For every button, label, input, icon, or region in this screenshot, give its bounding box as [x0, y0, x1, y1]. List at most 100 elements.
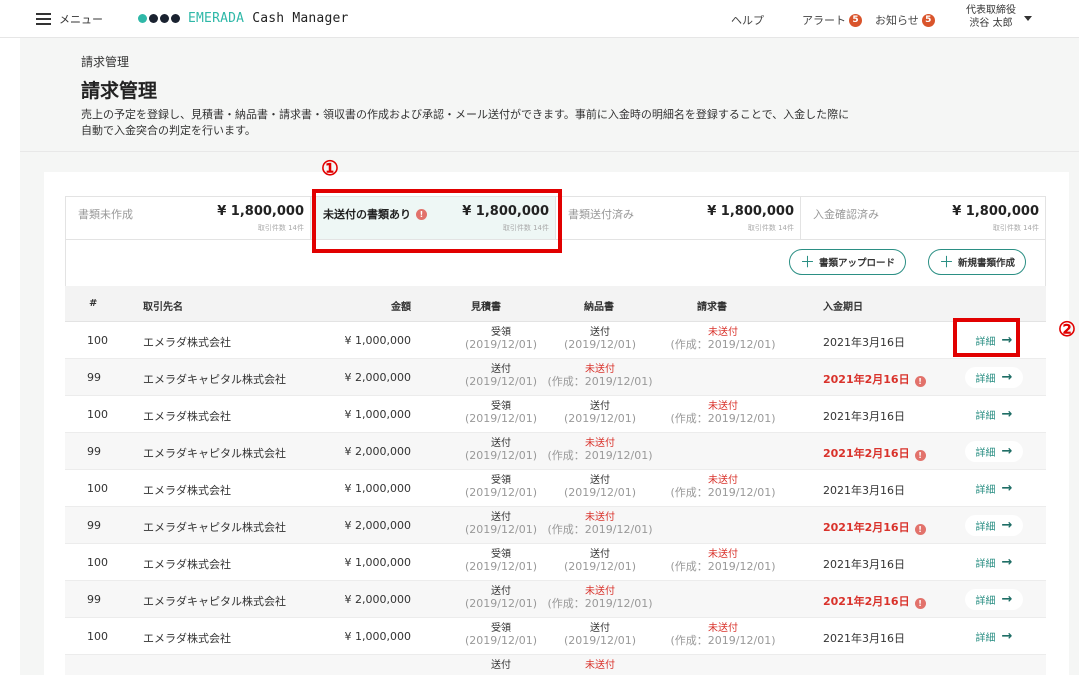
- document-status: 未送付: [535, 660, 665, 672]
- menu-button[interactable]: メニュー: [36, 11, 103, 27]
- status-card-label: 入金確認済み: [813, 208, 879, 221]
- document-status: 送付 (2019/12/01): [535, 327, 665, 351]
- row-amount: ¥ 1,000,000: [344, 630, 411, 643]
- detail-button[interactable]: 詳細 →: [965, 404, 1023, 425]
- top-bar: メニュー EMERADA Cash Manager ヘルプ アラート 5 お知ら…: [0, 0, 1079, 38]
- annotation-marker-1: ①: [321, 156, 339, 180]
- client-name: エメラダキャピタル株式会社: [143, 373, 286, 386]
- table-row[interactable]: 100 エメラダ株式会社 ¥ 1,000,000 受領 (2019/12/01) 送付 (2…: [65, 322, 1046, 359]
- status-card-sent[interactable]: 書類送付済み ¥ 1,800,000 取引件数 14件: [556, 197, 801, 239]
- detail-button[interactable]: 詳細 →: [965, 626, 1023, 647]
- detail-button[interactable]: 詳細 →: [965, 478, 1023, 499]
- document-status: 送付 (2019/12/01): [535, 549, 665, 573]
- warning-icon: !: [914, 450, 926, 461]
- row-amount: ¥ 1,000,000: [344, 482, 411, 495]
- client-name: エメラダ株式会社: [143, 558, 231, 571]
- table-row[interactable]: 99 エメラダキャピタル株式会社 ¥ 2,000,000 送付 (2019/12/01)…: [65, 433, 1046, 470]
- upload-document-button[interactable]: ＋ 書類アップロード: [789, 249, 907, 275]
- page-description: 売上の予定を登録し、見積書・納品書・請求書・領収書の作成および承認・メール送付が…: [81, 108, 850, 137]
- chevron-down-icon[interactable]: [1024, 16, 1032, 21]
- status-card-amount: ¥ 1,800,000: [707, 204, 794, 219]
- column-header-delivery[interactable]: 納品書: [584, 298, 614, 313]
- alert-count-badge: 5: [849, 13, 862, 27]
- client-name: エメラダ株式会社: [143, 410, 231, 423]
- plus-icon: ＋: [800, 252, 816, 271]
- toolbar: ＋ 書類アップロード ＋ 新規書類作成: [65, 240, 1046, 286]
- table-row[interactable]: 100 エメラダ株式会社 ¥ 1,000,000 受領 (2019/12/01) 送付 (2…: [65, 470, 1046, 507]
- table-row[interactable]: 100 エメラダ株式会社 ¥ 1,000,000 受領 (2019/12/01) 送付 (2…: [65, 396, 1046, 433]
- row-number: 99: [87, 519, 101, 532]
- document-status: 未送付 (作成：2019/12/01): [535, 438, 665, 462]
- document-date: (2019/12/01): [564, 560, 636, 573]
- row-number: 100: [87, 556, 108, 569]
- detail-button[interactable]: 詳細 →: [965, 515, 1023, 536]
- table-row[interactable]: 100 エメラダ株式会社 ¥ 1,000,000 受領 (2019/12/01) 送付 (2…: [65, 544, 1046, 581]
- status-card-not-created[interactable]: 書類未作成 ¥ 1,800,000 取引件数 14件: [66, 197, 311, 239]
- status-card-payment-confirmed[interactable]: 入金確認済み ¥ 1,800,000 取引件数 14件: [801, 197, 1045, 239]
- row-amount: ¥ 2,000,000: [344, 445, 411, 458]
- due-date: 2021年2月16日!: [823, 593, 926, 609]
- column-header-number[interactable]: #: [89, 298, 97, 309]
- row-number: 99: [87, 371, 101, 384]
- new-document-button[interactable]: ＋ 新規書類作成: [928, 249, 1027, 275]
- arrow-right-icon: →: [1001, 629, 1013, 644]
- column-header-amount[interactable]: 金額: [391, 298, 411, 313]
- detail-button[interactable]: 詳細 →: [965, 367, 1023, 388]
- arrow-right-icon: →: [1001, 481, 1013, 496]
- row-amount: ¥ 2,000,000: [344, 371, 411, 384]
- document-date: (作成：2019/12/01): [547, 523, 653, 536]
- table-row[interactable]: 送付 未送付: [65, 655, 1046, 675]
- row-number: 100: [87, 630, 108, 643]
- table-row[interactable]: 99 エメラダキャピタル株式会社 ¥ 2,000,000 送付 (2019/12/01)…: [65, 359, 1046, 396]
- notice-link[interactable]: お知らせ 5: [875, 12, 935, 28]
- detail-button[interactable]: 詳細 →: [965, 589, 1023, 610]
- status-card-count: 取引件数 14件: [257, 224, 304, 232]
- document-date: (作成：2019/12/01): [547, 449, 653, 462]
- highlight-box-2: [953, 318, 1020, 357]
- detail-button[interactable]: 詳細 →: [965, 441, 1023, 462]
- row-amount: ¥ 2,000,000: [344, 519, 411, 532]
- column-header-due-date[interactable]: 入金期日: [823, 298, 863, 313]
- arrow-right-icon: →: [1001, 444, 1013, 459]
- detail-button[interactable]: 詳細 →: [965, 552, 1023, 573]
- arrow-right-icon: →: [1001, 407, 1013, 422]
- status-card-count: 取引件数 14件: [747, 224, 794, 232]
- brand-logo[interactable]: EMERADA Cash Manager: [138, 11, 349, 26]
- table-row[interactable]: 99 エメラダキャピタル株式会社 ¥ 2,000,000 送付 (2019/12/01)…: [65, 507, 1046, 544]
- status-card-count: 取引件数 14件: [992, 224, 1039, 232]
- page-title: 請求管理: [81, 80, 158, 102]
- arrow-right-icon: →: [1001, 555, 1013, 570]
- column-header-invoice[interactable]: 請求書: [697, 298, 727, 313]
- document-status: 未送付 (作成：2019/12/01): [648, 623, 798, 647]
- due-date: 2021年2月16日!: [823, 519, 926, 535]
- breadcrumb[interactable]: 請求管理: [81, 53, 129, 70]
- status-card-label: 書類送付済み: [568, 208, 634, 221]
- table-row[interactable]: 100 エメラダ株式会社 ¥ 1,000,000 受領 (2019/12/01) 送付 (2…: [65, 618, 1046, 655]
- document-date: (作成：2019/12/01): [670, 634, 776, 647]
- notice-count-badge: 5: [921, 13, 935, 27]
- document-status: 未送付 (作成：2019/12/01): [648, 475, 798, 499]
- logo-dots-icon: [138, 14, 180, 23]
- due-date: 2021年3月16日: [823, 558, 905, 571]
- help-link[interactable]: ヘルプ: [731, 12, 764, 28]
- client-name: エメラダ株式会社: [143, 632, 231, 645]
- user-menu[interactable]: 代表取締役 渋谷 太郎: [966, 4, 1016, 30]
- arrow-right-icon: →: [1001, 518, 1013, 533]
- due-date: 2021年3月16日: [823, 632, 905, 645]
- warning-icon: !: [914, 598, 926, 609]
- document-status: 未送付 (作成：2019/12/01): [648, 549, 798, 573]
- table-body: 100 エメラダ株式会社 ¥ 1,000,000 受領 (2019/12/01) 送付 (2…: [65, 322, 1046, 675]
- warning-icon: !: [914, 524, 926, 535]
- client-name: エメラダキャピタル株式会社: [143, 595, 286, 608]
- column-header-estimate[interactable]: 見積書: [471, 298, 501, 313]
- alert-label: アラート: [802, 14, 846, 27]
- hamburger-icon: [36, 13, 51, 25]
- document-status: 送付 (2019/12/01): [535, 623, 665, 647]
- document-status: 未送付 (作成：2019/12/01): [648, 327, 798, 351]
- due-date: 2021年3月16日: [823, 336, 905, 349]
- column-header-client[interactable]: 取引先名: [143, 298, 183, 313]
- table-row[interactable]: 99 エメラダキャピタル株式会社 ¥ 2,000,000 送付 (2019/12/01)…: [65, 581, 1046, 618]
- alert-link[interactable]: アラート 5: [802, 12, 862, 28]
- document-status: 未送付 (作成：2019/12/01): [535, 512, 665, 536]
- document-date: (作成：2019/12/01): [547, 597, 653, 610]
